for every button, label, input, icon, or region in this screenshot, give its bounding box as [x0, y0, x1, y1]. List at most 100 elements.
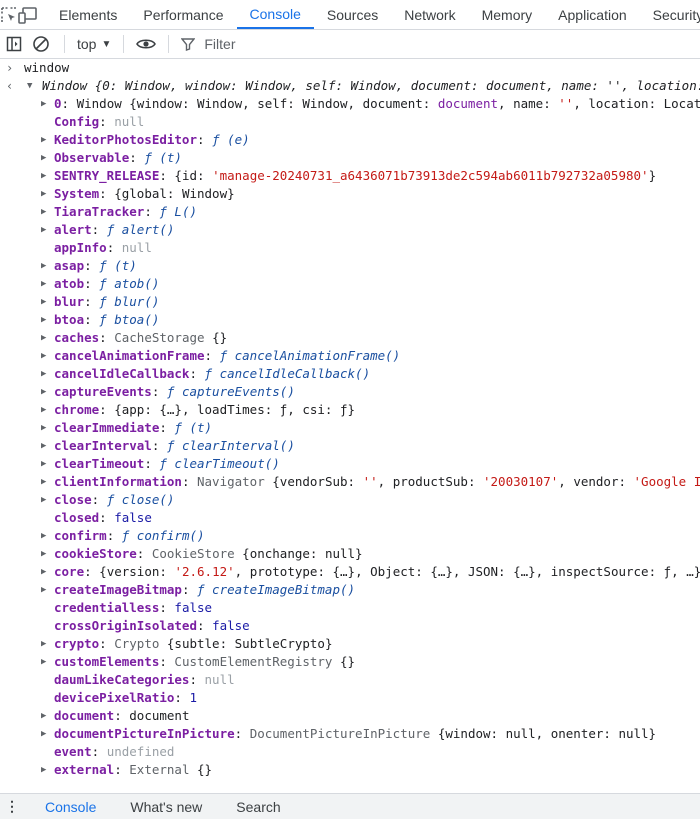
property-row[interactable]: ▶ SENTRY_RELEASE: {id: 'manage-20240731_a… [0, 167, 700, 185]
expanded-triangle-icon[interactable]: ▼ [27, 77, 32, 95]
expand-triangle-icon[interactable]: ▶ [41, 419, 46, 437]
console-output[interactable]: › window ‹ ▼ Window {0: Window, window: … [0, 59, 700, 793]
live-expression-eye-icon[interactable] [132, 30, 160, 58]
drawer-tab-what-s-new[interactable]: What's new [113, 799, 219, 815]
expand-triangle-icon[interactable]: ▶ [41, 725, 46, 743]
expand-triangle-icon[interactable]: ▶ [41, 167, 46, 185]
expand-triangle-icon[interactable]: ▶ [41, 635, 46, 653]
property-row[interactable]: ▶ chrome: {app: {…}, loadTimes: ƒ, csi: ƒ… [0, 401, 700, 419]
tab-security[interactable]: Security [640, 0, 700, 29]
property-value: {vendorSub: [272, 474, 363, 489]
property-row[interactable]: ▶ captureEvents: ƒ captureEvents() [0, 383, 700, 401]
expand-triangle-icon[interactable]: ▶ [41, 545, 46, 563]
expand-triangle-icon[interactable]: ▶ [41, 275, 46, 293]
expand-triangle-icon[interactable]: ▶ [41, 563, 46, 581]
tab-sources[interactable]: Sources [314, 0, 391, 29]
filter-input[interactable]: Filter [177, 30, 236, 58]
device-toolbar-icon[interactable] [18, 0, 38, 29]
tab-memory[interactable]: Memory [469, 0, 546, 29]
property-row[interactable]: appInfo: null [0, 239, 700, 257]
expand-triangle-icon[interactable]: ▶ [41, 491, 46, 509]
expand-triangle-icon[interactable]: ▶ [41, 653, 46, 671]
property-row[interactable]: ▶ clientInformation: Navigator {vendorSub… [0, 473, 700, 491]
output-header[interactable]: Window {0: Window, window: Window, self:… [42, 77, 700, 95]
sidebar-toggle-icon[interactable] [2, 30, 26, 58]
property-row[interactable]: ▶ 0: Window {window: Window, self: Window… [0, 95, 700, 113]
property-row[interactable]: devicePixelRatio: 1 [0, 689, 700, 707]
drawer-tab-search[interactable]: Search [219, 799, 297, 815]
property-row[interactable]: ▶ customElements: CustomElementRegistry {… [0, 653, 700, 671]
property-row[interactable]: ▶ btoa: ƒ btoa() [0, 311, 700, 329]
property-row[interactable]: ▶ document: document [0, 707, 700, 725]
expand-triangle-icon[interactable]: ▶ [41, 761, 46, 779]
expand-triangle-icon[interactable]: ▶ [41, 311, 46, 329]
expand-triangle-icon[interactable]: ▶ [41, 185, 46, 203]
property-row[interactable]: ▶ clearTimeout: ƒ clearTimeout() [0, 455, 700, 473]
expand-triangle-icon[interactable]: ▶ [41, 149, 46, 167]
property-row[interactable]: ▶ KeditorPhotosEditor: ƒ (e) [0, 131, 700, 149]
property-row[interactable]: ▶ cancelAnimationFrame: ƒ cancelAnimation… [0, 347, 700, 365]
property-entry: cancelIdleCallback: ƒ cancelIdleCallback… [54, 365, 370, 383]
tab-network[interactable]: Network [391, 0, 468, 29]
property-row[interactable]: Config: null [0, 113, 700, 131]
property-row[interactable]: daumLikeCategories: null [0, 671, 700, 689]
tab-elements[interactable]: Elements [46, 0, 130, 29]
expand-triangle-icon[interactable]: ▶ [41, 293, 46, 311]
property-row[interactable]: closed: false [0, 509, 700, 527]
property-row[interactable]: ▶ crypto: Crypto {subtle: SubtleCrypto} [0, 635, 700, 653]
expand-triangle-icon[interactable]: ▶ [41, 473, 46, 491]
expand-triangle-icon[interactable]: ▶ [41, 347, 46, 365]
property-row[interactable]: ▶ clearInterval: ƒ clearInterval() [0, 437, 700, 455]
console-toolbar: top ▼ Filter [0, 30, 700, 59]
tab-application[interactable]: Application [545, 0, 640, 29]
property-row[interactable]: ▶ confirm: ƒ confirm() [0, 527, 700, 545]
property-row[interactable]: ▶ cancelIdleCallback: ƒ cancelIdleCallbac… [0, 365, 700, 383]
property-value: } [648, 168, 657, 183]
property-row[interactable]: ▶ external: External {} [0, 761, 700, 779]
expand-triangle-icon[interactable]: ▶ [41, 203, 46, 221]
drawer-tab-console[interactable]: Console [28, 799, 113, 815]
property-entry: createImageBitmap: ƒ createImageBitmap() [54, 581, 355, 599]
expand-triangle-icon[interactable]: ▶ [41, 365, 46, 383]
property-row[interactable]: credentialless: false [0, 599, 700, 617]
property-row[interactable]: ▶ asap: ƒ (t) [0, 257, 700, 275]
property-row[interactable]: event: undefined [0, 743, 700, 761]
expand-triangle-icon[interactable]: ▶ [41, 581, 46, 599]
property-row[interactable]: ▶ System: {global: Window} [0, 185, 700, 203]
property-row[interactable]: ▶ clearImmediate: ƒ (t) [0, 419, 700, 437]
property-row[interactable]: ▶ alert: ƒ alert() [0, 221, 700, 239]
expand-triangle-icon[interactable]: ▶ [41, 221, 46, 239]
property-value: document [437, 96, 499, 111]
tab-performance[interactable]: Performance [130, 0, 236, 29]
inspect-element-icon[interactable] [0, 0, 18, 29]
expand-triangle-icon[interactable]: ▶ [41, 131, 46, 149]
expand-triangle-icon[interactable]: ▶ [41, 383, 46, 401]
property-row[interactable]: ▶ createImageBitmap: ƒ createImageBitmap(… [0, 581, 700, 599]
property-key: closed [54, 510, 100, 525]
property-row[interactable]: ▶ close: ƒ close() [0, 491, 700, 509]
context-selector[interactable]: top ▼ [73, 30, 115, 58]
property-row[interactable]: ▶ TiaraTracker: ƒ L() [0, 203, 700, 221]
expand-triangle-icon[interactable]: ▶ [41, 437, 46, 455]
expand-triangle-icon[interactable]: ▶ [41, 707, 46, 725]
expand-triangle-icon[interactable]: ▶ [41, 527, 46, 545]
property-key: captureEvents [54, 384, 152, 399]
property-row[interactable]: ▶ caches: CacheStorage {} [0, 329, 700, 347]
property-row[interactable]: ▶ core: {version: '2.6.12', prototype: {…… [0, 563, 700, 581]
property-row[interactable]: ▶ cookieStore: CookieStore {onchange: nul… [0, 545, 700, 563]
expand-triangle-icon[interactable]: ▶ [41, 95, 46, 113]
expand-triangle-icon[interactable]: ▶ [41, 329, 46, 347]
property-row[interactable]: ▶ Observable: ƒ (t) [0, 149, 700, 167]
clear-console-icon[interactable] [26, 30, 56, 58]
expand-triangle-icon[interactable]: ▶ [41, 401, 46, 419]
property-row[interactable]: ▶ documentPictureInPicture: DocumentPictu… [0, 725, 700, 743]
expand-triangle-icon[interactable]: ▶ [41, 257, 46, 275]
property-row[interactable]: ▶ atob: ƒ atob() [0, 275, 700, 293]
property-row[interactable]: crossOriginIsolated: false [0, 617, 700, 635]
expand-triangle-icon[interactable]: ▶ [41, 455, 46, 473]
tab-console[interactable]: Console [236, 0, 314, 29]
property-value: false [212, 618, 250, 633]
drawer-menu-icon[interactable]: ⋮ [0, 798, 28, 815]
property-colon: : [99, 186, 115, 201]
property-row[interactable]: ▶ blur: ƒ blur() [0, 293, 700, 311]
